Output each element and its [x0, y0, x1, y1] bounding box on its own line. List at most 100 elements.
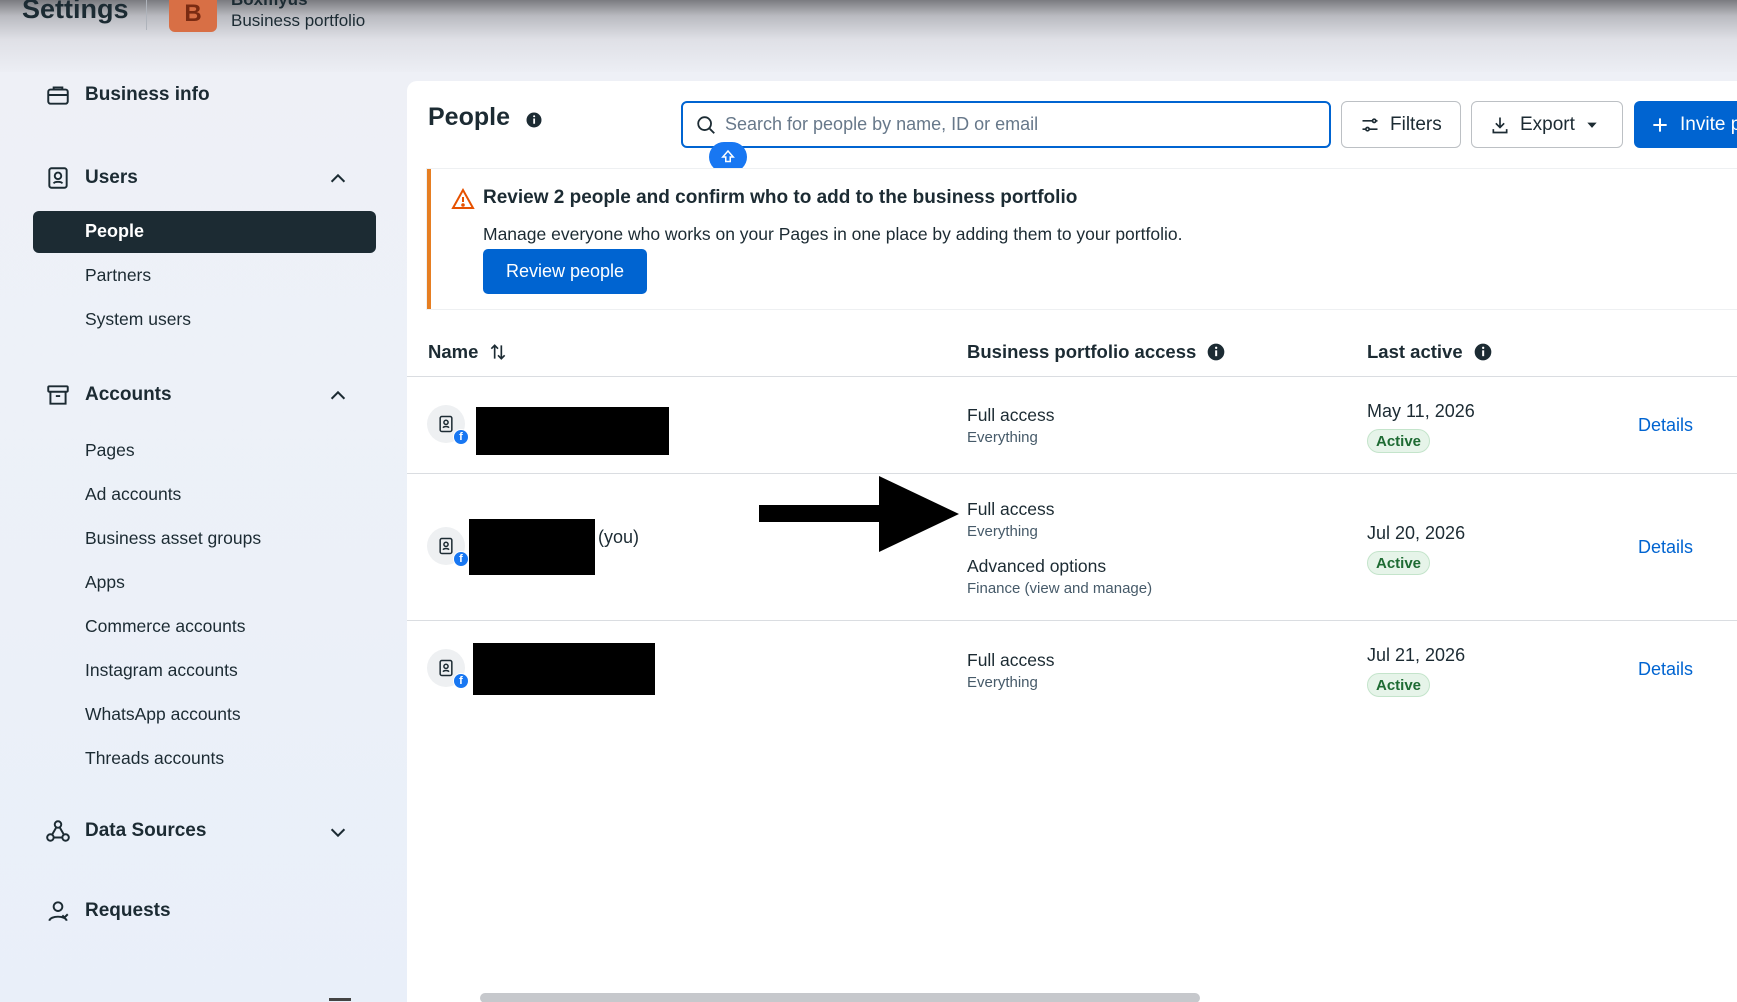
- sidebar-item-system-users[interactable]: System users: [85, 309, 191, 330]
- sidebar-item-business-info[interactable]: Business info: [45, 82, 210, 108]
- facebook-icon: f: [453, 673, 469, 689]
- briefcase-icon: [47, 86, 69, 105]
- sidebar-item-business-asset-groups[interactable]: Business asset groups: [85, 528, 261, 549]
- details-link[interactable]: Details: [1638, 415, 1693, 436]
- facebook-icon: f: [453, 429, 469, 445]
- settings-title: Settings: [22, 0, 129, 24]
- column-header-label: Name: [428, 341, 479, 362]
- facebook-icon: f: [453, 551, 469, 567]
- sidebar-item-instagram-accounts[interactable]: Instagram accounts: [85, 660, 238, 681]
- sidebar-section-data-sources[interactable]: Data Sources: [45, 818, 206, 844]
- filters-button[interactable]: Filters: [1341, 101, 1461, 148]
- table-divider: [407, 620, 1737, 621]
- sliders-icon: [1362, 117, 1378, 132]
- warning-icon: [451, 187, 475, 209]
- advanced-scope: Finance (view and manage): [967, 580, 1153, 597]
- sidebar-section-label: Data Sources: [85, 820, 207, 841]
- sidebar-section-label: Users: [85, 167, 138, 188]
- invite-people-button[interactable]: Invite p: [1634, 101, 1737, 148]
- business-name[interactable]: Boxmyus: [231, 0, 308, 10]
- last-active-date: Jul 20, 2026: [1367, 523, 1466, 543]
- user-badge-icon: [439, 537, 453, 555]
- chevron-up-icon[interactable]: [327, 385, 349, 407]
- user-badge-icon: [439, 659, 453, 677]
- column-header-name[interactable]: Name: [428, 341, 508, 363]
- page-title: People: [428, 103, 510, 131]
- alert-body: Manage everyone who works on your Pages …: [483, 224, 1183, 244]
- arrow-annotation-icon: [759, 476, 959, 552]
- status-badge: Active: [1367, 551, 1431, 575]
- sidebar-item-whatsapp-accounts[interactable]: WhatsApp accounts: [85, 704, 241, 725]
- data-sources-icon: [46, 820, 70, 842]
- access-level: Full access: [967, 499, 1055, 519]
- user-badge-icon: [48, 167, 68, 189]
- column-header-access: Business portfolio access: [967, 341, 1226, 363]
- user-badge-icon: [439, 415, 453, 433]
- sidebar-item-ad-accounts[interactable]: Ad accounts: [85, 484, 181, 505]
- status-badge: Active: [1367, 673, 1431, 697]
- redacted-name: [469, 519, 595, 575]
- sidebar-item-people[interactable]: People: [33, 211, 376, 253]
- chevron-down-icon[interactable]: [327, 821, 349, 843]
- sidebar-item-partners[interactable]: Partners: [85, 265, 151, 286]
- status-badge: Active: [1367, 429, 1431, 453]
- export-button[interactable]: Export: [1471, 101, 1623, 148]
- sidebar-bottom-indicator: [329, 998, 351, 1001]
- access-scope: Everything: [967, 523, 1038, 540]
- business-subtitle: Business portfolio: [231, 11, 366, 30]
- chevron-up-icon[interactable]: [327, 168, 349, 190]
- table-divider: [407, 473, 1737, 474]
- table-divider: [407, 376, 1737, 377]
- sidebar-item-apps[interactable]: Apps: [85, 572, 125, 593]
- column-header-last-active: Last active: [1367, 341, 1493, 363]
- you-label: (you): [598, 527, 640, 547]
- access-scope: Everything: [967, 429, 1038, 446]
- search-box[interactable]: [681, 101, 1331, 148]
- redacted-name: [476, 407, 669, 455]
- sidebar-item-label: Requests: [85, 900, 171, 921]
- invite-label: Invite p: [1680, 113, 1737, 135]
- info-icon[interactable]: [525, 111, 543, 129]
- business-avatar[interactable]: B: [169, 0, 217, 32]
- info-icon[interactable]: [1473, 342, 1493, 362]
- sidebar-item-pages[interactable]: Pages: [85, 440, 135, 461]
- alert-title: Review 2 people and confirm who to add t…: [483, 187, 1078, 208]
- sidebar-item-requests[interactable]: Requests: [45, 898, 171, 924]
- search-icon: [697, 115, 715, 134]
- sidebar-item-threads-accounts[interactable]: Threads accounts: [85, 748, 224, 769]
- sidebar-section-accounts[interactable]: Accounts: [45, 382, 172, 408]
- shift-icon: [721, 149, 735, 163]
- top-header: Settings B Boxmyus Business portfolio: [0, 0, 1737, 72]
- access-level: Full access: [967, 650, 1055, 670]
- sidebar-item-label: Business info: [85, 84, 210, 105]
- sidebar: Business info Users People Partners Syst…: [0, 72, 406, 1002]
- info-icon[interactable]: [1206, 342, 1226, 362]
- column-header-label: Last active: [1367, 341, 1463, 362]
- details-link[interactable]: Details: [1638, 659, 1693, 680]
- search-assist-badge[interactable]: [709, 142, 747, 172]
- user-avatar: f: [427, 405, 469, 445]
- sidebar-item-commerce-accounts[interactable]: Commerce accounts: [85, 616, 245, 637]
- export-label: Export: [1520, 113, 1575, 135]
- redacted-name: [473, 643, 655, 695]
- last-active-date: May 11, 2026: [1367, 401, 1475, 421]
- archive-icon: [47, 385, 69, 405]
- plus-icon: [1653, 117, 1667, 132]
- review-alert: Review 2 people and confirm who to add t…: [427, 169, 1737, 309]
- header-divider: [146, 0, 147, 30]
- last-active-date: Jul 21, 2026: [1367, 645, 1466, 665]
- caret-down-icon: [1587, 122, 1597, 128]
- access-scope: Everything: [967, 674, 1038, 691]
- review-people-button[interactable]: Review people: [483, 249, 647, 294]
- sidebar-item-label: People: [85, 221, 145, 241]
- sort-icon[interactable]: [488, 342, 508, 362]
- sidebar-section-users[interactable]: Users: [45, 165, 138, 191]
- access-level: Full access: [967, 405, 1055, 425]
- search-input[interactable]: [725, 114, 1305, 135]
- horizontal-scrollbar[interactable]: [480, 993, 1200, 1002]
- main-panel: People Filters Export Invite p Review 2 …: [407, 81, 1737, 1002]
- details-link[interactable]: Details: [1638, 537, 1693, 558]
- user-avatar: f: [427, 649, 469, 689]
- column-header-label: Business portfolio access: [967, 341, 1197, 362]
- user-avatar: f: [427, 527, 469, 567]
